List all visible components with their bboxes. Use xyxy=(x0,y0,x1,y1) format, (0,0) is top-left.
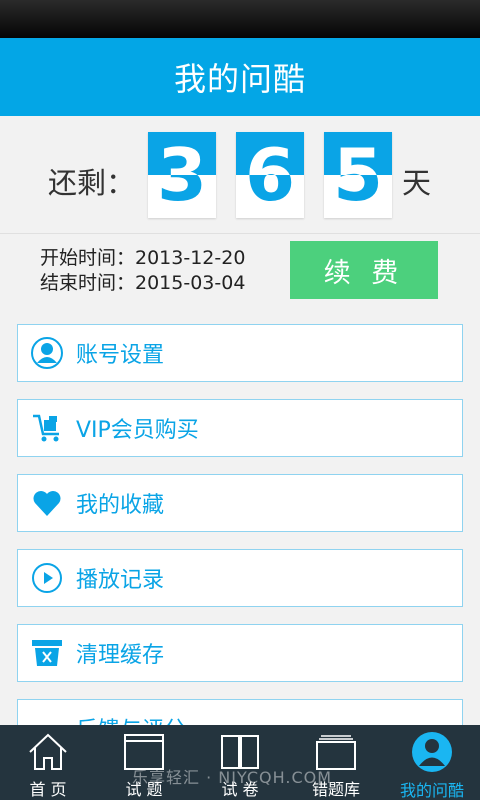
home-icon xyxy=(26,731,70,772)
tab-label: 首 页 xyxy=(29,780,67,799)
start-date: 开始时间：2013-12-20 xyxy=(40,247,246,269)
play-icon xyxy=(30,561,64,595)
renew-button[interactable]: 续 费 xyxy=(290,241,438,299)
days-unit-label: 天 xyxy=(402,166,432,200)
digit-value: 3 xyxy=(156,133,208,217)
menu-item-account-settings[interactable]: 账号设置 xyxy=(17,324,463,382)
tab-home[interactable]: 首 页 xyxy=(0,725,96,800)
user-icon xyxy=(30,336,64,370)
heart-icon xyxy=(30,486,64,520)
cart-icon xyxy=(30,411,64,445)
digit-card: 5 xyxy=(324,132,392,218)
status-bar xyxy=(0,0,480,38)
tab-paper[interactable]: 试 卷 xyxy=(192,725,288,800)
subscription-dates: 开始时间：2013-12-20 结束时间：2015-03-04 xyxy=(40,246,245,296)
tab-my-wenku[interactable]: 我的问酷 xyxy=(384,725,480,800)
title-bar: 我的问酷 xyxy=(0,38,480,116)
menu-item-label: 账号设置 xyxy=(76,343,165,368)
page-title: 我的问酷 xyxy=(173,60,306,98)
menu-item-label: VIP会员购买 xyxy=(76,418,199,443)
tab-label: 我的问酷 xyxy=(399,781,464,800)
profile-icon xyxy=(410,731,454,773)
remaining-label: 还剩： xyxy=(48,166,136,200)
menu-item-favorites[interactable]: 我的收藏 xyxy=(17,474,463,532)
tab-quiz[interactable]: 试 题 xyxy=(96,725,192,800)
menu-item-label: 我的收藏 xyxy=(76,493,165,518)
watermark-text: 乐享轻汇 · NJYCQH.COM xyxy=(132,768,333,787)
divider xyxy=(0,233,480,234)
menu-item-vip-purchase[interactable]: VIP会员购买 xyxy=(17,399,463,457)
bottom-tab-bar: 首 页 试 题 试 卷 错题库 我的问酷 xyxy=(0,725,480,800)
tab-mistakes[interactable]: 错题库 xyxy=(288,725,384,800)
digit-value: 5 xyxy=(332,133,384,217)
digit-card: 3 xyxy=(148,132,216,218)
remaining-days-panel: 还剩： 3 6 5 天 xyxy=(0,116,480,234)
clear-cache-icon xyxy=(30,636,64,670)
menu-item-play-history[interactable]: 播放记录 xyxy=(17,549,463,607)
menu-item-clear-cache[interactable]: 清理缓存 xyxy=(17,624,463,682)
digit-value: 6 xyxy=(244,133,296,217)
menu-item-label: 清理缓存 xyxy=(76,643,165,668)
menu-item-label: 播放记录 xyxy=(76,568,165,593)
digit-card: 6 xyxy=(236,132,304,218)
end-date: 结束时间：2015-03-04 xyxy=(40,272,246,294)
